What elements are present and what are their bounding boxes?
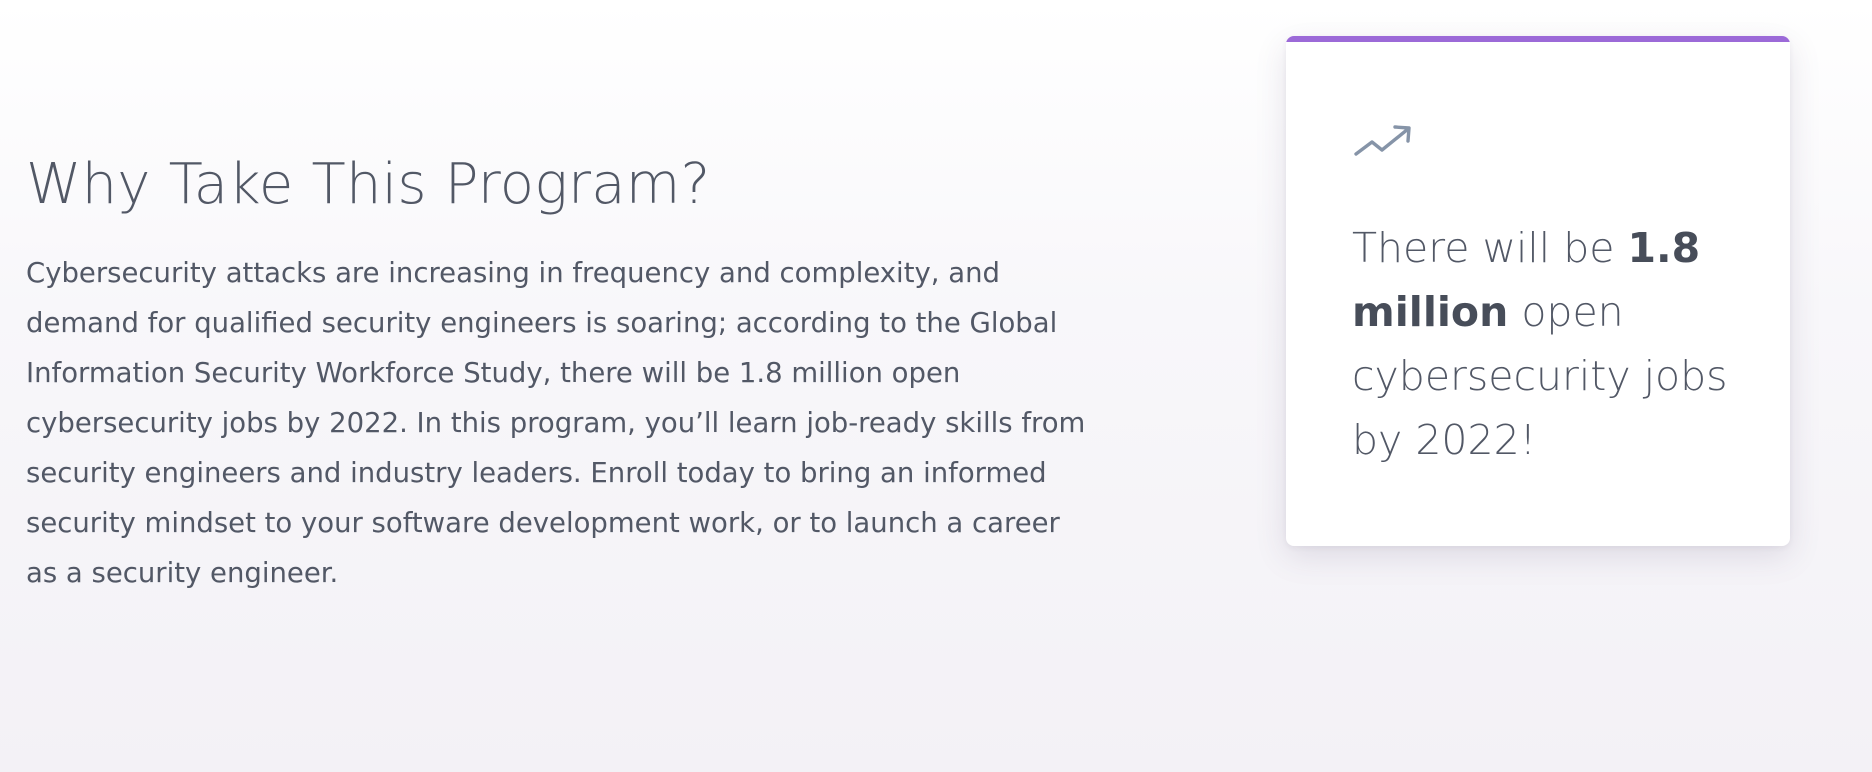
card-accent-bar bbox=[1286, 36, 1790, 42]
stat-card: There will be 1.8 million open cybersecu… bbox=[1286, 36, 1790, 546]
stat-text: There will be 1.8 million open cybersecu… bbox=[1352, 216, 1752, 472]
why-take-program-section: Why Take This Program? Cybersecurity att… bbox=[0, 0, 1872, 772]
section-body-text: Cybersecurity attacks are increasing in … bbox=[26, 257, 1086, 589]
stat-text-before: There will be bbox=[1352, 224, 1628, 272]
program-description: Why Take This Program? Cybersecurity att… bbox=[26, 145, 1086, 598]
trending-up-icon bbox=[1354, 125, 1411, 156]
section-heading: Why Take This Program? bbox=[26, 152, 711, 217]
